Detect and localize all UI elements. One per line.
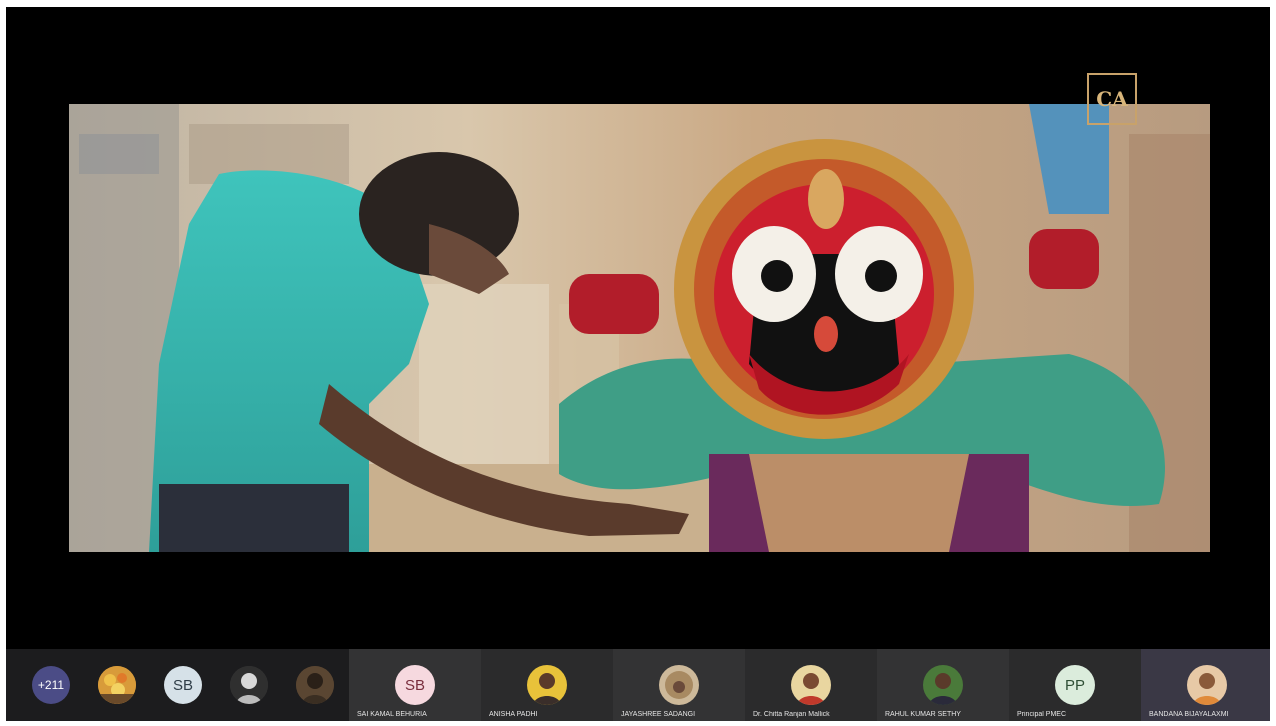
person-photo-icon	[527, 665, 567, 705]
participant-photo-avatar	[923, 665, 963, 705]
flower-photo-avatar-icon[interactable]	[98, 666, 136, 704]
participant-name: JAYASHREE SADANGI	[621, 711, 696, 718]
participant-strip: +211 SB SB SAI KAMAL BEHURIA ANISHA PADH…	[6, 649, 1270, 721]
participant-photo-avatar	[659, 665, 699, 705]
watermark-text: CA	[1096, 87, 1128, 111]
avatar-initials: SB	[404, 676, 425, 694]
shared-screen-stage: CA	[6, 7, 1270, 649]
participant-tile[interactable]: PP Principal PMEC	[1009, 649, 1141, 721]
participant-photo-avatar	[791, 665, 831, 705]
participant-tile[interactable]: SB SAI KAMAL BEHURIA	[349, 649, 481, 721]
participant-avatar: SB	[395, 665, 435, 705]
participant-name: Principal PMEC	[1017, 711, 1067, 718]
person-photo-avatar-icon[interactable]	[296, 666, 334, 704]
avatar-initials: SB	[172, 676, 193, 694]
participant-tile[interactable]: BANDANA BIJAYALAXMI	[1141, 649, 1270, 721]
participant-photo-avatar	[1187, 665, 1227, 705]
overflow-count-label: +211	[37, 678, 65, 692]
participant-avatar: PP	[1055, 665, 1095, 705]
person-photo-icon	[1187, 665, 1227, 705]
participant-tile[interactable]: JAYASHREE SADANGI	[613, 649, 745, 721]
participant-name: BANDANA BIJAYALAXMI	[1149, 711, 1229, 718]
avatar-initials: PP	[1064, 676, 1085, 694]
participant-name: RAHUL KUMAR SETHY	[885, 711, 961, 718]
person-silhouette-icon	[230, 666, 268, 704]
participant-tile[interactable]: ANISHA PADHI	[481, 649, 613, 721]
person-photo-icon	[923, 665, 963, 705]
person-silhouette-icon	[296, 666, 334, 704]
participant-avatar-sb[interactable]: SB	[164, 666, 202, 704]
participant-photo-avatar	[527, 665, 567, 705]
more-participants-button[interactable]: +211	[32, 666, 70, 704]
participant-tile[interactable]: Dr. Chitta Ranjan Mallick	[745, 649, 877, 721]
person-photo-avatar-icon[interactable]	[230, 666, 268, 704]
video-scene-illustration	[69, 104, 1210, 552]
participant-name: SAI KAMAL BEHURIA	[357, 711, 427, 718]
participant-tile[interactable]: RAHUL KUMAR SETHY	[877, 649, 1009, 721]
participant-name: Dr. Chitta Ranjan Mallick	[753, 711, 830, 718]
shared-video-frame[interactable]	[69, 104, 1210, 552]
window-bottom-edge	[0, 721, 1276, 726]
channel-watermark-logo: CA	[1087, 73, 1137, 125]
flower-icon	[98, 666, 136, 704]
person-photo-icon	[659, 665, 699, 705]
participant-name: ANISHA PADHI	[489, 711, 538, 718]
person-photo-icon	[791, 665, 831, 705]
